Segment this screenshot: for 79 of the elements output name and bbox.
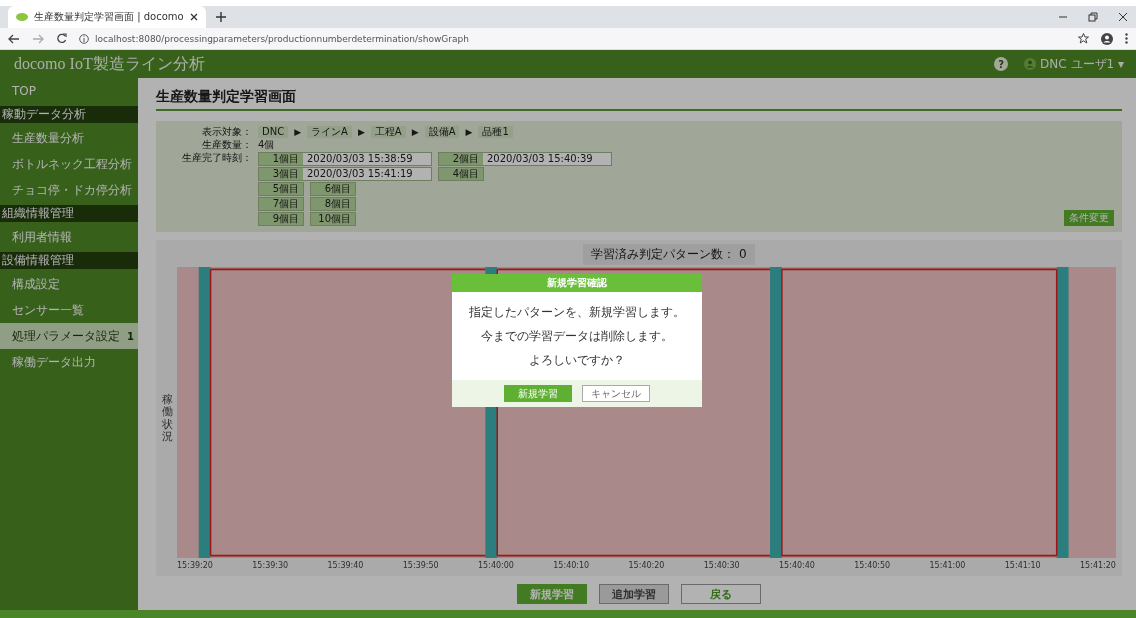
sidebar-item[interactable]: 利用者情報 bbox=[0, 224, 138, 250]
separator-arrow: ▶ bbox=[294, 126, 302, 138]
page-title: 生産数量判定学習画面 bbox=[156, 86, 1122, 111]
sidebar-item[interactable]: チョコ停・ドカ停分析 bbox=[0, 177, 138, 203]
tick-label: 15:39:50 bbox=[402, 561, 439, 570]
time-value: 2020/03/03 15:40:39 bbox=[486, 153, 594, 165]
time-value: 2020/03/03 15:38:59 bbox=[306, 153, 414, 165]
app-title: docomo IoT製造ライン分析 bbox=[14, 53, 205, 74]
breadcrumb-item: 設備A bbox=[424, 126, 460, 138]
cancel-button[interactable]: キャンセル bbox=[582, 385, 650, 402]
piece-chip[interactable]: 1個目 bbox=[259, 153, 303, 165]
separator-arrow: ▶ bbox=[357, 126, 365, 138]
tick-label: 15:41:20 bbox=[1080, 561, 1116, 570]
restore-icon[interactable] bbox=[1088, 12, 1098, 22]
tick-label: 15:40:40 bbox=[779, 561, 815, 570]
back-button[interactable]: 戻る bbox=[681, 584, 761, 604]
back-icon[interactable] bbox=[8, 33, 20, 44]
pattern-count: 学習済み判定パターン数： 0 bbox=[583, 244, 755, 265]
confirm-button[interactable]: 新規学習 bbox=[504, 385, 572, 402]
field-label: 生産完了時刻： bbox=[181, 152, 252, 165]
sidebar-item[interactable]: 構成設定 bbox=[0, 271, 138, 297]
sidebar-section: 組織情報管理 bbox=[0, 205, 138, 222]
dialog-message: 今までの学習データは削除します。 bbox=[480, 328, 674, 345]
user-menu[interactable]: DNC ユーザ1 ▾ bbox=[1024, 55, 1124, 73]
sidebar-item[interactable]: TOP bbox=[0, 78, 138, 104]
tick-label: 15:39:20 bbox=[177, 561, 213, 570]
change-button[interactable]: 条件変更 bbox=[1064, 210, 1114, 226]
breadcrumb-item: 品種1 bbox=[478, 126, 513, 138]
browser-tab[interactable]: 生産数量判定学習画面 | docomo bbox=[8, 6, 206, 28]
tick-label: 15:39:40 bbox=[327, 561, 364, 570]
dialog-title: 新規学習確認 bbox=[452, 274, 702, 292]
sidebar-section: 設備情報管理 bbox=[0, 252, 138, 269]
more-icon[interactable] bbox=[1125, 33, 1128, 44]
piece-chip[interactable]: 9個目 bbox=[259, 213, 303, 225]
time-value: 2020/03/03 15:41:19 bbox=[306, 168, 414, 180]
sidebar-item[interactable]: 処理パラメータ設定 1 bbox=[0, 323, 138, 349]
account-icon[interactable] bbox=[1101, 32, 1113, 45]
tick-label: 15:39:30 bbox=[252, 561, 289, 570]
piece-chip[interactable]: 2個目 bbox=[439, 153, 483, 165]
breadcrumb-item: DNC bbox=[258, 126, 289, 138]
close-icon[interactable] bbox=[189, 13, 198, 21]
sidebar-item[interactable]: 生産数量分析 bbox=[0, 125, 138, 151]
piece-chip[interactable]: 10個目 bbox=[311, 213, 355, 225]
action-button[interactable]: 追加学習 bbox=[599, 584, 669, 604]
piece-chip[interactable]: 4個目 bbox=[439, 168, 483, 180]
tick-label: 15:40:10 bbox=[553, 561, 590, 570]
tick-label: 15:40:20 bbox=[628, 561, 665, 570]
piece-chip[interactable]: 7個目 bbox=[259, 198, 303, 210]
piece-chip[interactable]: 5個目 bbox=[259, 183, 303, 195]
separator-arrow: ▶ bbox=[411, 126, 419, 138]
tick-label: 15:41:10 bbox=[1004, 561, 1041, 570]
piece-chip[interactable]: 3個目 bbox=[259, 168, 303, 180]
item-count: 1 bbox=[127, 330, 134, 342]
star-icon[interactable] bbox=[1078, 33, 1089, 44]
separator-arrow: ▶ bbox=[465, 126, 473, 138]
field-label: 生産数量： bbox=[201, 139, 252, 151]
breadcrumb-item: ラインA bbox=[307, 126, 352, 138]
dialog-message: よろしいですか？ bbox=[528, 352, 626, 369]
tick-label: 15:41:00 bbox=[929, 561, 966, 570]
dialog-message: 指定したパターンを、新規学習します。 bbox=[468, 304, 686, 321]
field-value: 4個 bbox=[258, 139, 275, 151]
tick-label: 15:40:50 bbox=[854, 561, 891, 570]
reload-icon[interactable] bbox=[56, 33, 67, 44]
sidebar-item[interactable]: ボトルネック工程分析 bbox=[0, 151, 138, 177]
plus-icon[interactable] bbox=[215, 12, 226, 22]
sidebar-item[interactable]: 稼働データ出力 bbox=[0, 349, 138, 375]
info-icon[interactable] bbox=[79, 33, 89, 44]
tab-title: 生産数量判定学習画面 | docomo bbox=[34, 10, 184, 24]
sidebar-item[interactable]: センサー一覧 bbox=[0, 297, 138, 323]
piece-chip[interactable]: 8個目 bbox=[311, 198, 355, 210]
tick-label: 15:40:00 bbox=[478, 561, 514, 570]
close-icon[interactable] bbox=[1118, 12, 1128, 22]
help-button[interactable]: ? bbox=[994, 57, 1009, 71]
tick-label: 15:40:30 bbox=[703, 561, 740, 570]
axis-label: 稼働状況 bbox=[162, 394, 173, 443]
sidebar-section: 稼動データ分析 bbox=[0, 106, 138, 123]
field-label: 表示対象： bbox=[201, 126, 252, 138]
breadcrumb-item: 工程A bbox=[370, 126, 406, 138]
piece-chip[interactable]: 6個目 bbox=[311, 183, 355, 195]
